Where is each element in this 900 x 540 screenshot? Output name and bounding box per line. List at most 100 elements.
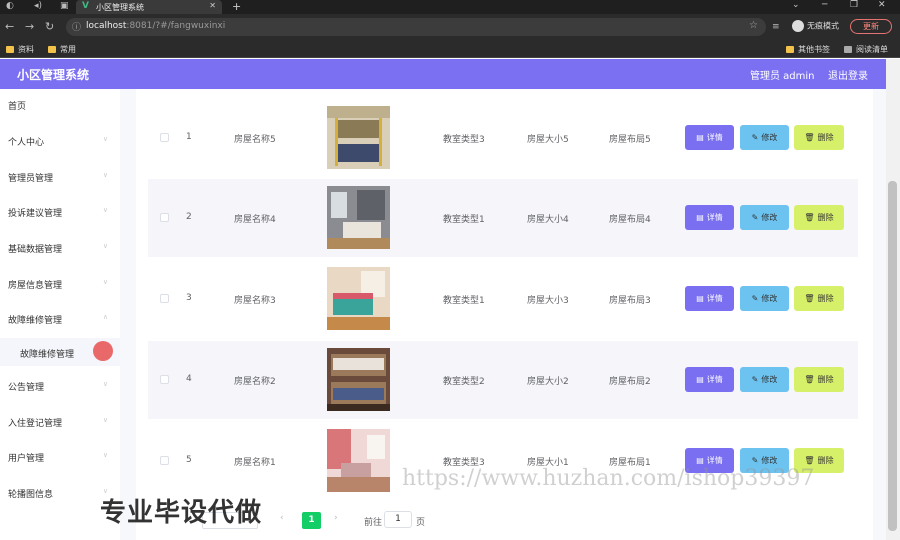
trash-icon: 🗑 [804, 213, 815, 222]
goto-page-input[interactable]: 1 [384, 511, 412, 528]
edit-button-label: 修改 [761, 375, 778, 384]
house-size: 房屋大小2 [527, 377, 569, 387]
edit-button[interactable]: ✎ 修改 [740, 286, 789, 311]
sidebar-item-users[interactable]: 用户管理 ∨ [8, 451, 112, 464]
sidebar-item-profile[interactable]: 个人中心 ∨ [8, 135, 112, 148]
next-page-icon[interactable]: › [334, 513, 338, 523]
trash-icon: 🗑 [804, 294, 815, 303]
document-icon: ▤ [696, 375, 704, 384]
page-scrollbar[interactable] [886, 59, 900, 540]
bookmark-other[interactable]: 其他书签 [786, 44, 830, 55]
sidebar-item-notices[interactable]: 公告管理 ∨ [8, 380, 112, 393]
update-button[interactable]: 更新 [850, 19, 892, 34]
sidebar-item-label: 故障维修管理 [8, 316, 63, 326]
tab-search-icon[interactable]: ⌄ [792, 0, 800, 10]
sidebar-item-housing[interactable]: 房屋信息管理 ∨ [8, 278, 112, 291]
media-control-icon[interactable]: ≡ [772, 22, 780, 32]
detail-button[interactable]: ▤ 详情 [685, 286, 734, 311]
table-row: 2 房屋名称4 教室类型1 房屋大小4 房屋布局4 ▤ 详情 ✎ 修改 🗑 删除 [148, 179, 858, 257]
delete-button-label: 删除 [817, 133, 834, 142]
delete-button[interactable]: 🗑 删除 [794, 125, 844, 150]
edit-button-label: 修改 [761, 213, 778, 222]
goto-label: 前往 [364, 518, 383, 528]
pencil-icon: ✎ [751, 375, 759, 384]
sidebar-item-basic-data[interactable]: 基础数据管理 ∨ [8, 242, 112, 255]
incognito-indicator[interactable]: 无痕模式 [792, 20, 839, 32]
new-tab-button[interactable]: + [232, 0, 241, 13]
sidebar-item-repairs[interactable]: 故障维修管理 ∧ [8, 313, 112, 326]
detail-button[interactable]: ▤ 详情 [685, 367, 734, 392]
sidebar-item-label: 管理员管理 [8, 174, 54, 184]
house-layout: 房屋布局3 [609, 296, 651, 306]
house-layout: 房屋布局5 [609, 135, 651, 145]
current-user: 管理员 admin [750, 71, 815, 82]
bunk-bed-photo [327, 348, 390, 411]
reading-list[interactable]: 阅读清单 [844, 44, 888, 55]
bookmarks-bar: 资料 常用 其他书签 阅读清单 [0, 40, 900, 58]
row-index: 2 [186, 212, 192, 222]
chevron-down-icon: ∨ [102, 171, 108, 179]
minimize-icon[interactable]: ─ [822, 0, 827, 10]
restore-icon[interactable]: ❐ [850, 0, 858, 10]
row-checkbox[interactable] [160, 456, 169, 465]
bedroom-photo [327, 267, 390, 330]
row-checkbox[interactable] [160, 213, 169, 222]
row-checkbox[interactable] [160, 294, 169, 303]
sidebar-item-carousel[interactable]: 轮播图信息 ∨ [8, 487, 112, 500]
detail-button[interactable]: ▤ 详情 [685, 125, 734, 150]
document-icon: ▤ [696, 294, 704, 303]
detail-button[interactable]: ▤ 详情 [685, 205, 734, 230]
pinned-tab-icon[interactable]: ▣ [60, 1, 69, 11]
logout-link[interactable]: 退出登录 [828, 67, 868, 82]
house-name: 房屋名称4 [234, 215, 276, 225]
delete-button[interactable]: 🗑 删除 [794, 286, 844, 311]
url-text: localhost:8081/?#/fangwuxinxi [86, 21, 225, 31]
edit-button-label: 修改 [761, 133, 778, 142]
document-icon: ▤ [696, 213, 704, 222]
browser-menu-icon[interactable]: ◐ [6, 1, 14, 11]
edit-button[interactable]: ✎ 修改 [740, 125, 789, 150]
edit-button[interactable]: ✎ 修改 [740, 205, 789, 230]
sidebar-item-complaints[interactable]: 投诉建议管理 ∨ [8, 206, 112, 219]
bookmark-label: 阅读清单 [856, 45, 888, 54]
sidebar-item-home[interactable]: 首页 [8, 99, 112, 112]
detail-button-label: 详情 [706, 133, 723, 142]
current-page[interactable]: 1 [302, 512, 321, 529]
close-window-icon[interactable]: ✕ [878, 0, 886, 10]
bookmark-star-icon[interactable]: ☆ [749, 20, 758, 31]
edit-button[interactable]: ✎ 修改 [740, 367, 789, 392]
bookmark-folder-ziliao[interactable]: 资料 [6, 44, 34, 55]
sidebar-item-admin[interactable]: 管理员管理 ∨ [8, 171, 112, 184]
chevron-down-icon: ∨ [102, 451, 108, 459]
prev-page-icon[interactable]: ‹ [280, 513, 284, 523]
bookmark-label: 资料 [18, 45, 34, 54]
delete-button[interactable]: 🗑 删除 [794, 205, 844, 230]
delete-button[interactable]: 🗑 删除 [794, 367, 844, 392]
edit-button-label: 修改 [761, 456, 778, 465]
house-layout: 房屋布局4 [609, 215, 651, 225]
sidebar-item-label: 轮播图信息 [8, 490, 54, 500]
url-path: :8081/?#/fangwuxinxi [126, 21, 226, 31]
sidebar-item-label: 个人中心 [8, 138, 45, 148]
tab-title: 小区管理系统 [96, 3, 144, 12]
scrollbar-thumb[interactable] [888, 181, 897, 531]
forward-icon[interactable]: → [25, 20, 34, 33]
row-checkbox[interactable] [160, 375, 169, 384]
bookmark-folder-changyong[interactable]: 常用 [48, 44, 76, 55]
mute-icon[interactable]: ◂) [34, 1, 42, 11]
row-checkbox[interactable] [160, 133, 169, 142]
sidebar-item-label: 用户管理 [8, 454, 45, 464]
active-tab[interactable]: V 小区管理系统 ✕ [76, 0, 222, 14]
close-tab-icon[interactable]: ✕ [209, 1, 216, 10]
sidebar-item-checkin[interactable]: 入住登记管理 ∨ [8, 416, 112, 429]
trash-icon: 🗑 [804, 133, 815, 142]
folder-icon [6, 46, 14, 53]
back-icon[interactable]: ← [5, 20, 14, 33]
sidebar-item-label: 公告管理 [8, 383, 45, 393]
address-bar[interactable]: ⓘ localhost:8081/?#/fangwuxinxi ☆ [66, 18, 766, 36]
reload-icon[interactable]: ↻ [45, 20, 54, 33]
url-host: localhost [86, 21, 127, 31]
site-info-icon[interactable]: ⓘ [72, 20, 81, 33]
chevron-down-icon: ∨ [102, 380, 108, 388]
bunk-bed-photo [327, 106, 390, 169]
